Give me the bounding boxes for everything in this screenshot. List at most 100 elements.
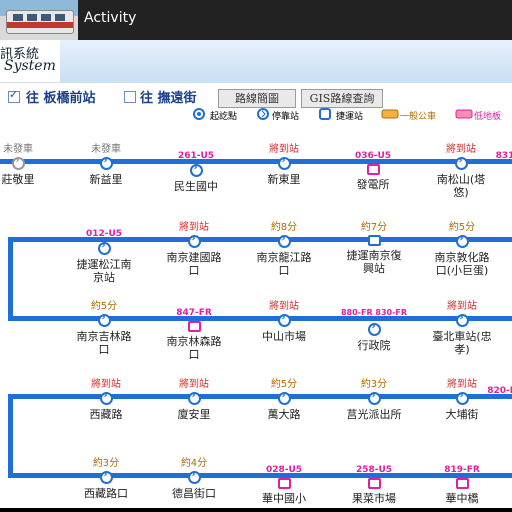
route-map-button[interactable]: 路線簡圖 xyxy=(218,89,296,108)
stop-node-icon xyxy=(99,469,113,484)
route-track-left-1 xyxy=(8,237,13,321)
arrival-status: 819-FR xyxy=(444,465,480,475)
banner-background xyxy=(60,40,512,82)
stop-name: 中山市場 xyxy=(262,330,306,343)
bus-stop[interactable]: 約5分萬大路 xyxy=(244,378,324,421)
bus-stop[interactable]: 未發車莊敬里 xyxy=(0,143,58,186)
bus-at-stop-icon xyxy=(455,478,469,489)
stop-name: 西藏路 xyxy=(89,408,123,421)
stop-node-icon xyxy=(187,469,201,484)
stop-node-icon xyxy=(277,155,291,170)
legend-mrt: 捷運站 xyxy=(336,112,364,122)
legend-low-floor: 低地板 xyxy=(474,112,502,122)
legend: 起訖點 停靠站 捷運站 一般公車 低地板 xyxy=(0,107,512,123)
title-bar: Activity xyxy=(0,0,512,40)
legend-general-bus: 一般公車 xyxy=(400,112,437,122)
low-floor-bus-icon xyxy=(455,109,473,119)
stop-name: 南京林森路口 xyxy=(166,335,222,361)
bus-stop[interactable]: 820-FR xyxy=(465,378,512,398)
bus-stop[interactable]: 847-FR 南京林森路口 xyxy=(154,300,234,361)
stop-node-icon xyxy=(455,233,469,248)
stop-node-icon xyxy=(367,321,381,336)
direction-1-label[interactable]: 往 板橋前站 xyxy=(26,87,96,106)
stop-name: 南京敦化路口(小巨蛋) xyxy=(434,251,490,277)
stop-name: 新益里 xyxy=(89,173,123,186)
stop-name: 南京龍江路口 xyxy=(256,251,312,277)
bus-stop[interactable]: 將到站廈安里 xyxy=(154,378,234,421)
stop-node-icon xyxy=(367,390,381,405)
stop-name: 果菜市場 xyxy=(352,492,396,505)
stop-node-icon xyxy=(277,233,291,248)
stop-node-icon xyxy=(97,240,111,255)
stop-name: 萬大路 xyxy=(267,408,301,421)
system-nav-bar xyxy=(0,508,512,512)
bus-stop[interactable]: 036-U5 發電所 xyxy=(333,143,413,191)
arrival-status: 028-U5 xyxy=(265,465,303,475)
bus-stop[interactable]: 將到站新東里 xyxy=(244,143,324,186)
bus-stop[interactable]: 將到站西藏路 xyxy=(66,378,146,421)
gis-route-button[interactable]: GIS路線查詢 xyxy=(301,89,383,108)
bus-stop[interactable]: 約3分西藏路口 xyxy=(66,457,146,500)
stop-name: 臺北車站(忠孝) xyxy=(432,330,492,356)
bus-stop[interactable]: 將到站中山市場 xyxy=(244,300,324,343)
arrival-status: 約7分 xyxy=(360,222,388,233)
webview[interactable]: 訊系統 System 往 板橋前站 往 撫遠街 路線簡圖 GIS路線查詢 起訖點… xyxy=(0,40,512,512)
bus-stop[interactable]: 258-U5 果菜市場 xyxy=(334,457,414,505)
bus-stop[interactable]: 約5分南京敦化路口(小巨蛋) xyxy=(422,221,502,277)
stop-name: 民生國中 xyxy=(174,180,218,193)
direction-1-checkbox[interactable] xyxy=(8,88,20,103)
arrival-status: 未發車 xyxy=(3,144,33,155)
bus-stop[interactable]: 未發車新益里 xyxy=(66,143,146,186)
stop-node-icon xyxy=(455,312,469,327)
bus-stop[interactable]: 約5分南京吉林路口 xyxy=(64,300,144,356)
bus-stop[interactable]: 831 xyxy=(465,143,512,163)
legend-stop: 停靠站 xyxy=(272,112,300,122)
stop-name: 發電所 xyxy=(356,178,390,191)
stop-name: 西藏路口 xyxy=(84,487,128,500)
stop-name: 大埔街 xyxy=(445,408,479,421)
stop-name: 華中橋 xyxy=(445,492,479,505)
bus-stop[interactable]: 約3分莒光派出所 xyxy=(334,378,414,421)
stop-node-icon xyxy=(99,390,113,405)
bus-stop[interactable]: 約8分南京龍江路口 xyxy=(244,221,324,277)
app-bus-thumbnail xyxy=(0,0,78,40)
bus-stop[interactable]: 將到站臺北車站(忠孝) xyxy=(422,300,502,356)
bus-icon xyxy=(6,10,74,34)
stop-node-icon xyxy=(277,312,291,327)
stop-name: 華中國小 xyxy=(262,492,306,505)
bus-stop[interactable]: 將到站南京建國路口 xyxy=(154,221,234,277)
stop-name: 莊敬里 xyxy=(1,173,35,186)
bus-at-stop-icon xyxy=(277,478,291,489)
bus-stop[interactable]: 012-U5捷運松江南京站 xyxy=(64,221,144,284)
stop-node-icon xyxy=(11,155,25,170)
bus-stop[interactable]: 028-U5 華中國小 xyxy=(244,457,324,505)
arrival-status: 847-FR xyxy=(176,308,212,318)
stop-node-icon xyxy=(97,312,111,327)
bus-stop[interactable]: 約7分捷運南京復興站 xyxy=(334,221,414,275)
stop-name: 捷運南京復興站 xyxy=(346,249,402,275)
legend-start: 起訖點 xyxy=(210,112,238,122)
stop-name: 南京吉林路口 xyxy=(76,330,132,356)
arrival-status: 036-U5 xyxy=(354,151,392,161)
stop-name: 廈安里 xyxy=(177,408,211,421)
bus-at-stop-icon xyxy=(367,235,381,246)
arrival-status: 831 xyxy=(495,151,512,161)
general-bus-icon xyxy=(381,109,399,119)
stop-name: 德昌街口 xyxy=(172,487,216,500)
bus-stop[interactable]: 約4分德昌街口 xyxy=(154,457,234,500)
bus-stop[interactable]: 880-FR 830-FR行政院 xyxy=(334,300,414,353)
direction-2-label[interactable]: 往 撫遠街 xyxy=(140,87,197,106)
stop-node-icon xyxy=(187,233,201,248)
stop-node-icon xyxy=(189,162,203,177)
banner-title-en: System xyxy=(4,58,56,74)
stop-name: 南松山(塔悠) xyxy=(436,173,486,199)
bus-stop[interactable]: 261-U5民生國中 xyxy=(156,143,236,193)
arrival-status: 820-FR xyxy=(487,386,512,396)
stop-name: 莒光派出所 xyxy=(346,408,402,421)
bus-at-stop-icon xyxy=(366,164,380,175)
route-track-left-2 xyxy=(8,394,13,478)
stop-icon xyxy=(257,108,269,120)
window-title: Activity xyxy=(84,10,137,26)
bus-stop[interactable]: 819-FR 華中橋 xyxy=(422,457,502,505)
direction-2-checkbox[interactable] xyxy=(124,91,136,103)
